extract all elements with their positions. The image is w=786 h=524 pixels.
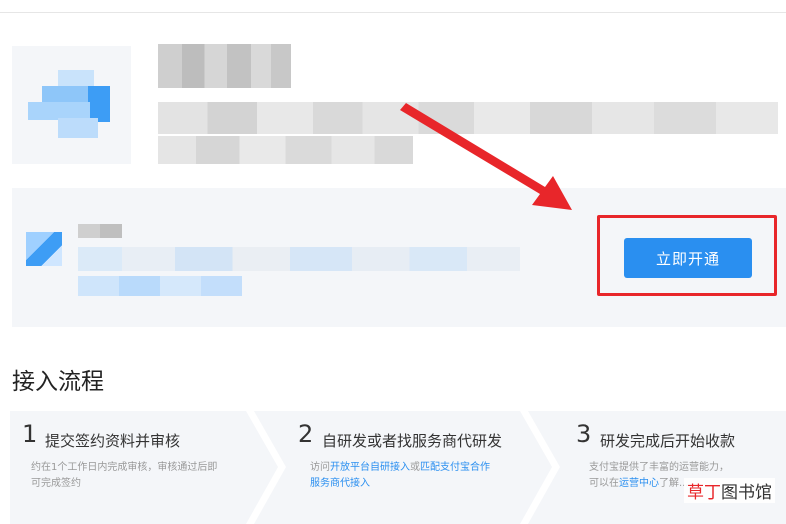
- watermark: 草丁图书馆: [684, 478, 775, 503]
- step-2-description: 访问开放平台自研接入或匹配支付宝合作 服务商代接入: [310, 462, 490, 489]
- process-steps: 1 提交签约资料并审核 约在1个工作日内完成审核，审核通过后即 可完成签约 2 …: [10, 411, 786, 524]
- service-title-redacted: [158, 44, 291, 88]
- step-3-title: 研发完成后开始收款: [600, 432, 736, 450]
- step-3-number: 3: [576, 420, 592, 448]
- partner-integration-link[interactable]: 服务商代接入: [310, 478, 370, 489]
- highlight-annotation-box: [597, 215, 777, 296]
- service-description-redacted-line2: [158, 136, 413, 164]
- partner-match-link[interactable]: 匹配支付宝合作: [420, 462, 490, 473]
- product-icon: [26, 232, 62, 266]
- product-description-redacted: [78, 247, 520, 271]
- step-1-title: 提交签约资料并审核: [45, 432, 181, 450]
- operation-center-link[interactable]: 运营中心: [619, 478, 659, 489]
- process-section-title: 接入流程: [12, 369, 104, 395]
- service-description-redacted: [158, 102, 778, 134]
- step-2-number: 2: [298, 420, 314, 448]
- top-divider: [0, 12, 786, 13]
- self-develop-link[interactable]: 开放平台自研接入: [330, 462, 410, 473]
- step-2-title: 自研发或者找服务商代研发: [322, 432, 503, 450]
- step-1-description: 约在1个工作日内完成审核，审核通过后即 可完成签约: [31, 462, 218, 489]
- product-title-redacted: [78, 224, 122, 238]
- step-1-number: 1: [22, 420, 38, 448]
- product-link-redacted[interactable]: [78, 276, 242, 296]
- service-logo: [28, 70, 110, 140]
